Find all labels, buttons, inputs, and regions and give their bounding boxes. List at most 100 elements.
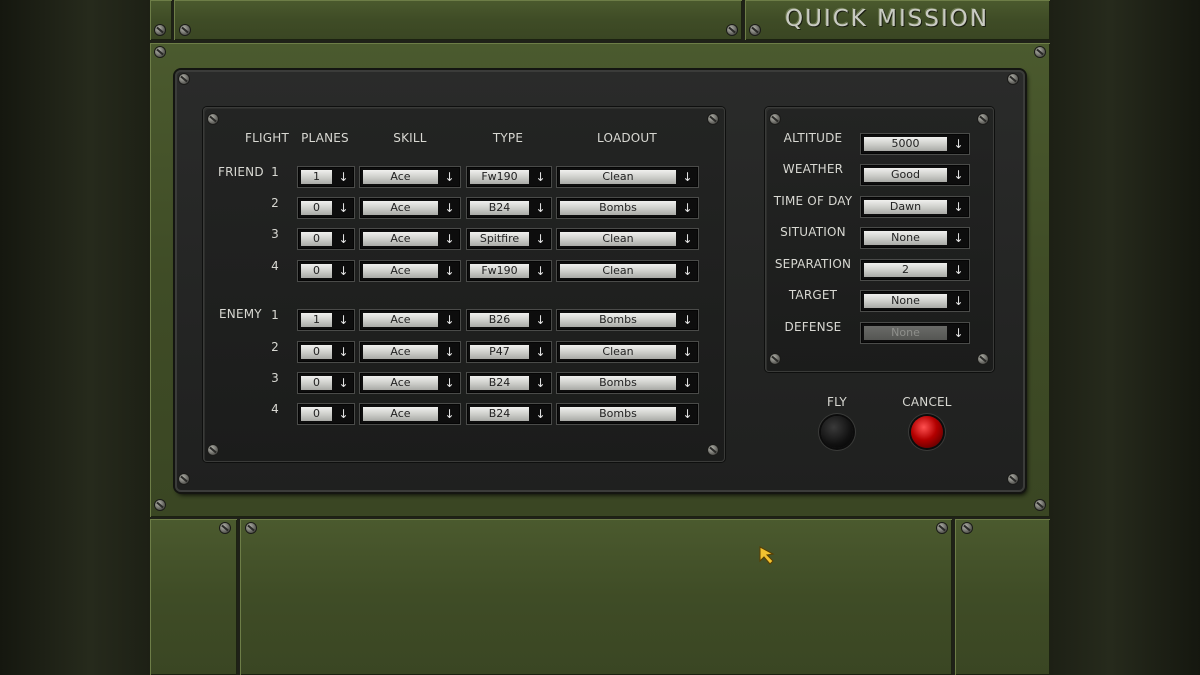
friend-type-select[interactable]: Fw190 ↓ — [466, 260, 552, 282]
enemy-skill-select[interactable]: Ace ↓ — [359, 309, 461, 331]
arrow-down-icon[interactable]: ↓ — [679, 406, 696, 422]
friend-planes-select[interactable]: 1 ↓ — [297, 166, 355, 188]
friend-planes-select[interactable]: 0 ↓ — [297, 228, 355, 250]
arrow-down-icon[interactable]: ↓ — [532, 169, 549, 185]
enemy-label: ENEMY — [219, 307, 262, 321]
friend-loadout-select[interactable]: Bombs ↓ — [556, 197, 699, 219]
arrow-down-icon[interactable]: ↓ — [532, 406, 549, 422]
arrow-down-icon[interactable]: ↓ — [441, 312, 458, 328]
arrow-down-icon[interactable]: ↓ — [679, 231, 696, 247]
enemy-type-select[interactable]: B24 ↓ — [466, 372, 552, 394]
enemy-skill-select-value: Ace — [363, 345, 438, 359]
screw-icon — [727, 25, 737, 35]
friend-type-select[interactable]: Spitfire ↓ — [466, 228, 552, 250]
arrow-down-icon[interactable]: ↓ — [441, 231, 458, 247]
arrow-down-icon[interactable]: ↓ — [679, 312, 696, 328]
enemy-skill-select-value: Ace — [363, 376, 438, 390]
enemy-type-select[interactable]: B24 ↓ — [466, 403, 552, 425]
top-plate-center — [174, 0, 742, 40]
enemy-loadout-select[interactable]: Bombs ↓ — [556, 309, 699, 331]
arrow-down-icon[interactable]: ↓ — [335, 169, 352, 185]
friend-skill-select[interactable]: Ace ↓ — [359, 228, 461, 250]
setting-situation-select-value: None — [864, 231, 947, 245]
enemy-planes-select[interactable]: 0 ↓ — [297, 403, 355, 425]
enemy-planes-select[interactable]: 0 ↓ — [297, 341, 355, 363]
enemy-planes-select-value: 0 — [301, 407, 332, 421]
arrow-down-icon[interactable]: ↓ — [335, 375, 352, 391]
arrow-down-icon[interactable]: ↓ — [679, 263, 696, 279]
arrow-down-icon[interactable]: ↓ — [950, 293, 967, 309]
screw-icon — [155, 25, 165, 35]
arrow-down-icon[interactable]: ↓ — [950, 230, 967, 246]
setting-target-select[interactable]: None ↓ — [860, 290, 970, 312]
friend-skill-select-value: Ace — [363, 170, 438, 184]
arrow-down-icon[interactable]: ↓ — [950, 136, 967, 152]
enemy-loadout-select[interactable]: Clean ↓ — [556, 341, 699, 363]
friend-skill-select[interactable]: Ace ↓ — [359, 197, 461, 219]
arrow-down-icon[interactable]: ↓ — [335, 344, 352, 360]
setting-time-of-day-select-value: Dawn — [864, 200, 947, 214]
enemy-planes-select[interactable]: 1 ↓ — [297, 309, 355, 331]
enemy-skill-select[interactable]: Ace ↓ — [359, 403, 461, 425]
arrow-down-icon[interactable]: ↓ — [441, 375, 458, 391]
arrow-down-icon[interactable]: ↓ — [441, 169, 458, 185]
setting-time-of-day-select[interactable]: Dawn ↓ — [860, 196, 970, 218]
arrow-down-icon[interactable]: ↓ — [441, 200, 458, 216]
setting-altitude-select[interactable]: 5000 ↓ — [860, 133, 970, 155]
enemy-loadout-select[interactable]: Bombs ↓ — [556, 403, 699, 425]
enemy-loadout-select[interactable]: Bombs ↓ — [556, 372, 699, 394]
friend-skill-select[interactable]: Ace ↓ — [359, 260, 461, 282]
setting-weather-select[interactable]: Good ↓ — [860, 164, 970, 186]
arrow-down-icon: ↓ — [953, 326, 964, 340]
arrow-down-icon[interactable]: ↓ — [335, 312, 352, 328]
setting-label: ALTITUDE — [783, 131, 843, 145]
arrow-down-icon[interactable]: ↓ — [441, 344, 458, 360]
friend-type-select[interactable]: B24 ↓ — [466, 197, 552, 219]
arrow-down-icon[interactable]: ↓ — [679, 344, 696, 360]
friend-loadout-select[interactable]: Clean ↓ — [556, 228, 699, 250]
friend-skill-select[interactable]: Ace ↓ — [359, 166, 461, 188]
setting-separation-select[interactable]: 2 ↓ — [860, 259, 970, 281]
enemy-type-select[interactable]: P47 ↓ — [466, 341, 552, 363]
arrow-down-icon[interactable]: ↓ — [335, 263, 352, 279]
arrow-down-icon[interactable]: ↓ — [441, 406, 458, 422]
enemy-skill-select[interactable]: Ace ↓ — [359, 372, 461, 394]
arrow-down-icon[interactable]: ↓ — [532, 344, 549, 360]
enemy-skill-select[interactable]: Ace ↓ — [359, 341, 461, 363]
screw-icon — [962, 523, 972, 533]
cancel-label: CANCEL — [902, 395, 952, 409]
arrow-down-icon[interactable]: ↓ — [335, 231, 352, 247]
arrow-down-icon[interactable]: ↓ — [679, 200, 696, 216]
enemy-planes-select[interactable]: 0 ↓ — [297, 372, 355, 394]
arrow-down-icon[interactable]: ↓ — [679, 375, 696, 391]
fly-button[interactable] — [821, 416, 853, 448]
arrow-down-icon[interactable]: ↓ — [441, 263, 458, 279]
right-backdrop — [1050, 0, 1200, 675]
arrow-down-icon[interactable]: ↓ — [950, 262, 967, 278]
setting-label: DEFENSE — [784, 320, 842, 334]
enemy-type-select[interactable]: B26 ↓ — [466, 309, 552, 331]
arrow-down-icon[interactable]: ↓ — [679, 169, 696, 185]
friend-loadout-select[interactable]: Clean ↓ — [556, 260, 699, 282]
arrow-down-icon[interactable]: ↓ — [335, 406, 352, 422]
header-flight: FLIGHT — [245, 131, 289, 145]
friend-planes-select[interactable]: 0 ↓ — [297, 197, 355, 219]
friend-planes-select-value: 0 — [301, 201, 332, 215]
setting-label: SEPARATION — [774, 257, 852, 271]
setting-situation-select[interactable]: None ↓ — [860, 227, 970, 249]
arrow-down-icon[interactable]: ↓ — [950, 199, 967, 215]
cancel-button[interactable] — [911, 416, 943, 448]
arrow-down-icon[interactable]: ↓ — [335, 200, 352, 216]
friend-loadout-select[interactable]: Clean ↓ — [556, 166, 699, 188]
friend-planes-select[interactable]: 0 ↓ — [297, 260, 355, 282]
friend-flight-number: 1 — [271, 165, 279, 179]
setting-label: TIME OF DAY — [773, 194, 853, 208]
arrow-down-icon[interactable]: ↓ — [532, 263, 549, 279]
arrow-down-icon[interactable]: ↓ — [532, 231, 549, 247]
screw-icon — [179, 74, 189, 84]
friend-type-select[interactable]: Fw190 ↓ — [466, 166, 552, 188]
arrow-down-icon[interactable]: ↓ — [532, 312, 549, 328]
arrow-down-icon[interactable]: ↓ — [950, 167, 967, 183]
arrow-down-icon[interactable]: ↓ — [532, 375, 549, 391]
arrow-down-icon[interactable]: ↓ — [532, 200, 549, 216]
